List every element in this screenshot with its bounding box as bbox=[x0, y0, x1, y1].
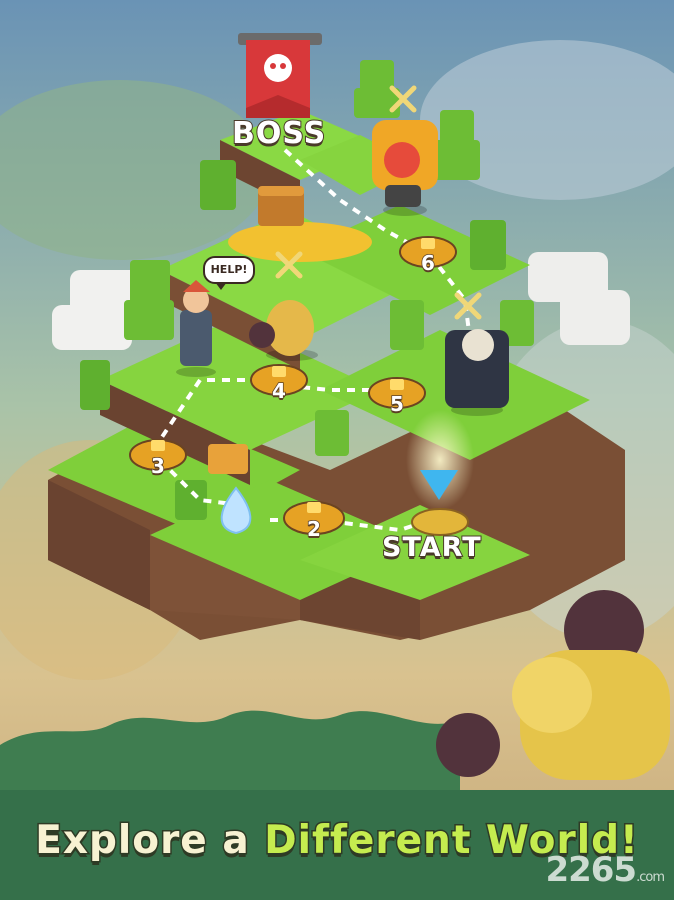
level-number-5: 5 bbox=[389, 391, 404, 417]
skull-icon bbox=[264, 54, 292, 82]
game-scene bbox=[0, 0, 674, 900]
start-label[interactable]: START bbox=[381, 531, 482, 564]
tagline-part1: Explore a bbox=[34, 817, 265, 865]
watermark-suffix: .com bbox=[636, 870, 665, 885]
level-number-2: 2 bbox=[306, 516, 321, 542]
watermark-number: 2265 bbox=[545, 850, 637, 890]
level-number-6: 6 bbox=[420, 250, 435, 276]
level-number-3: 3 bbox=[150, 453, 165, 479]
boss-label: BOSS bbox=[231, 115, 327, 152]
knight-character[interactable] bbox=[445, 329, 509, 416]
level-number-4: 4 bbox=[271, 378, 286, 404]
boss-banner[interactable] bbox=[238, 33, 322, 118]
treasure-chest-icon bbox=[208, 444, 248, 474]
help-speech-bubble: HELP! bbox=[203, 256, 255, 290]
lock-icon bbox=[307, 502, 321, 513]
lock-icon bbox=[390, 379, 404, 390]
lock-icon bbox=[272, 366, 286, 377]
start-beacon[interactable] bbox=[406, 410, 474, 536]
lock-icon bbox=[151, 440, 165, 451]
watermark: 2265.com bbox=[545, 850, 665, 890]
lock-icon bbox=[421, 238, 435, 249]
